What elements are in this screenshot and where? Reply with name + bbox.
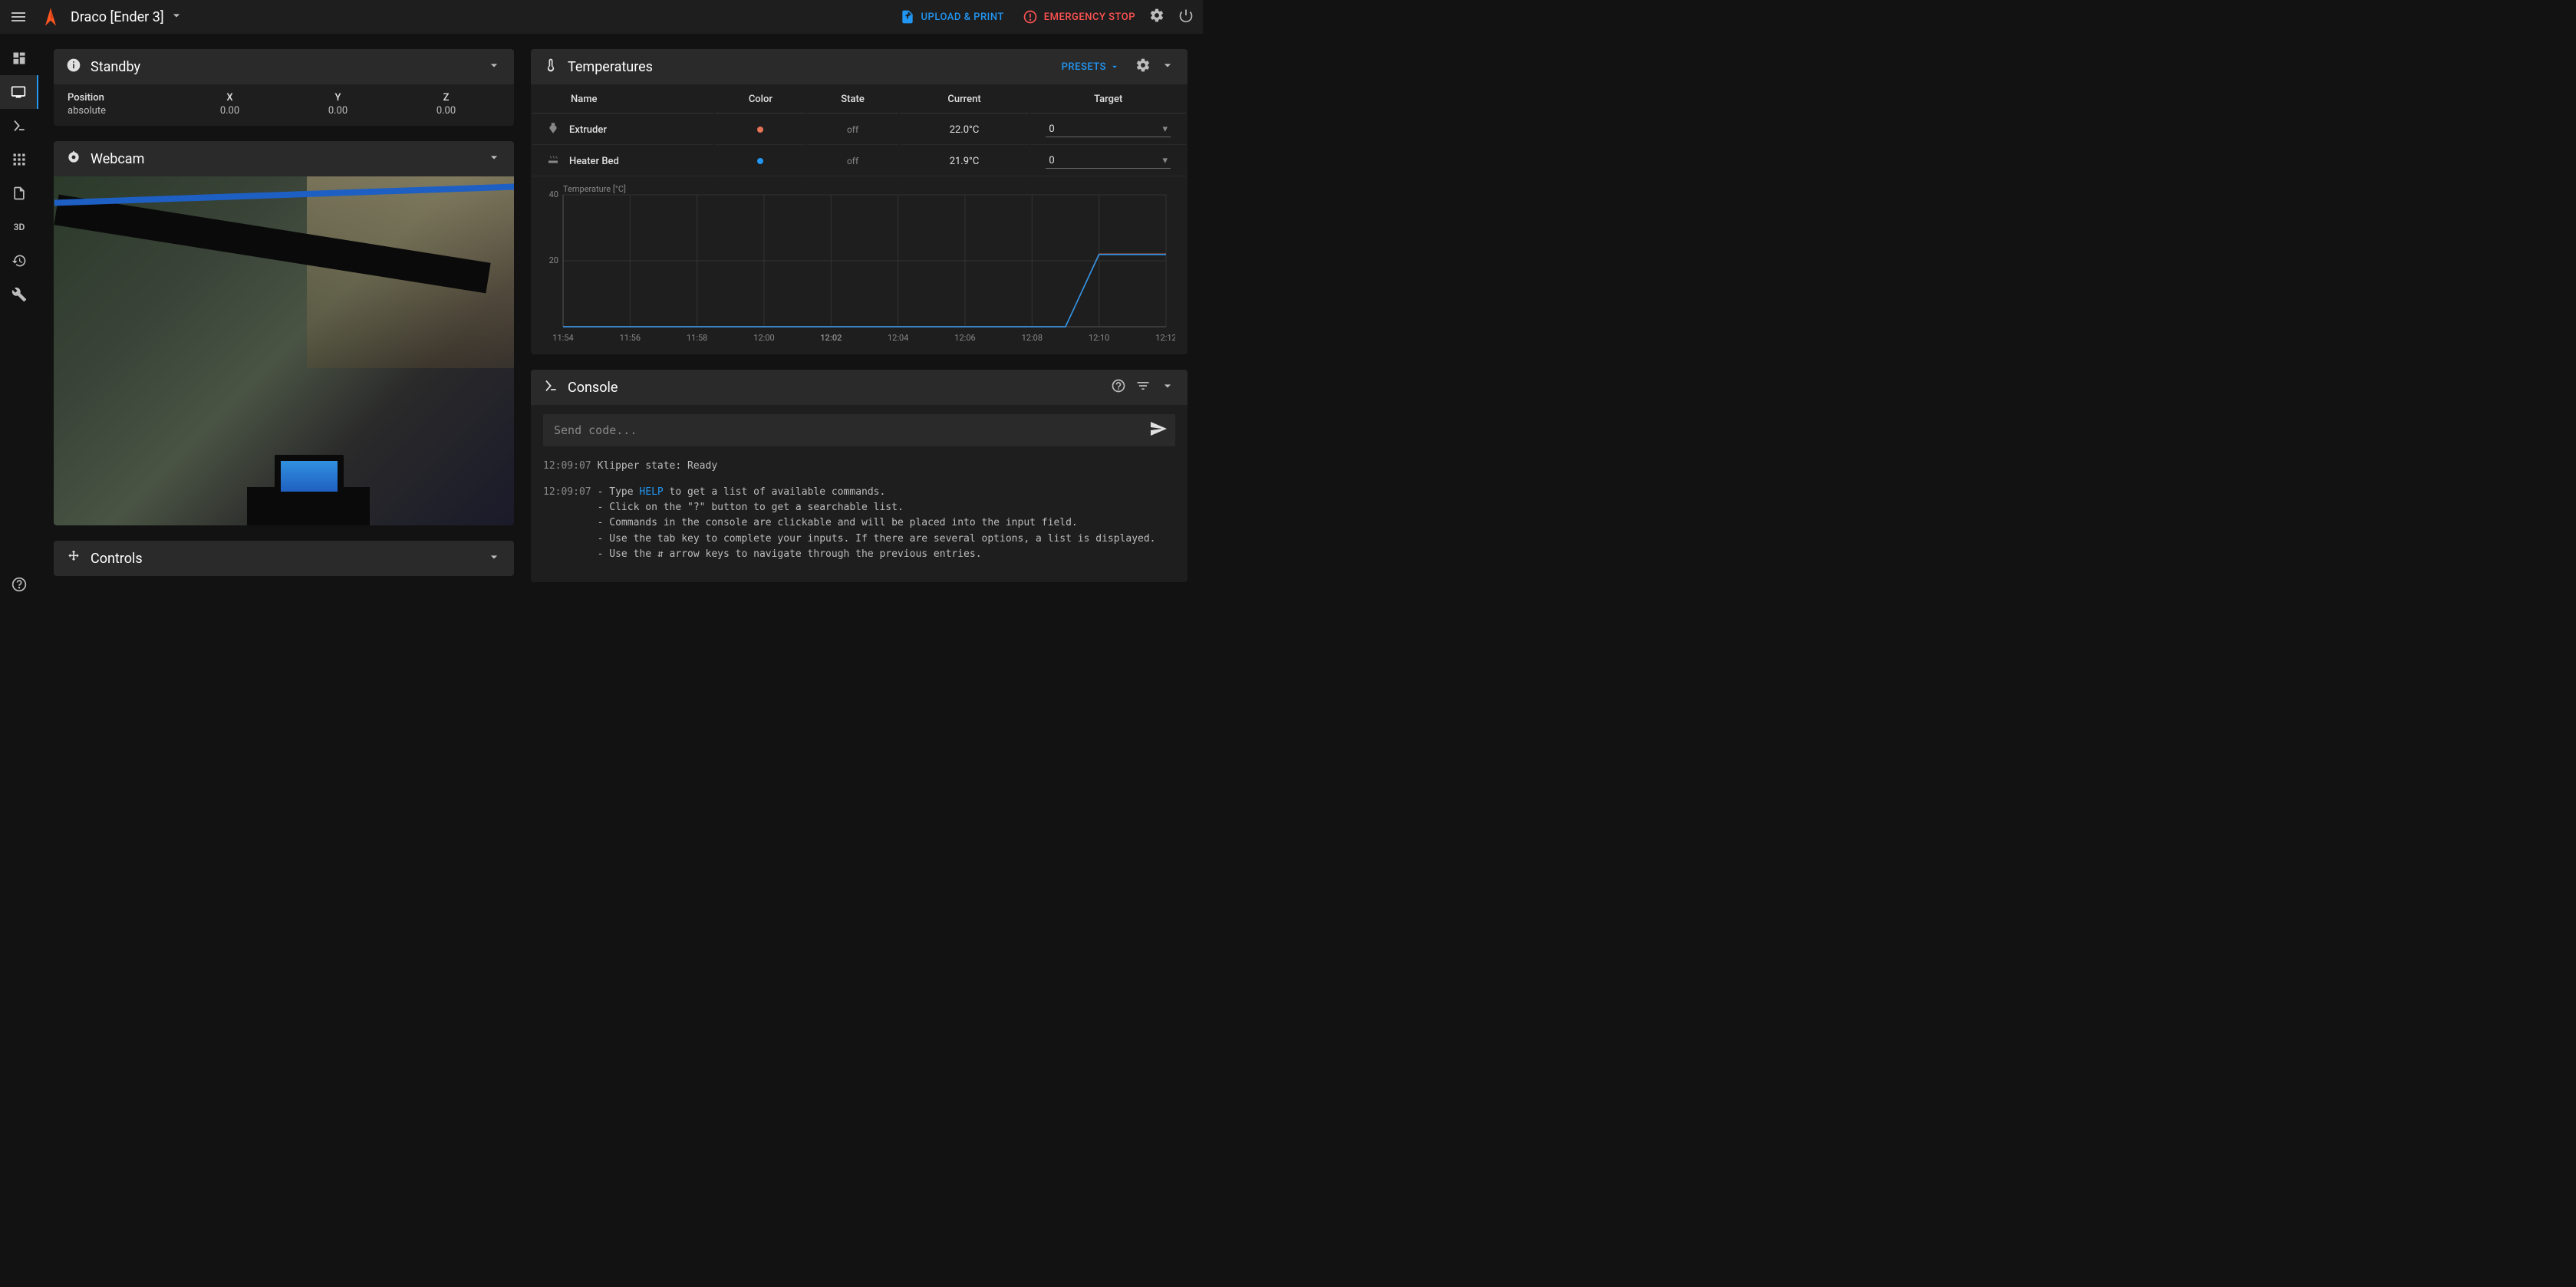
emergency-stop-label: EMERGENCY STOP bbox=[1044, 12, 1135, 23]
console-title: Console bbox=[568, 380, 618, 396]
menu-button[interactable] bbox=[9, 8, 28, 26]
help-button[interactable] bbox=[0, 577, 38, 592]
heater-current: 22.0°C bbox=[950, 124, 980, 136]
th-color: Color bbox=[715, 86, 805, 114]
upload-print-label: UPLOAD & PRINT bbox=[921, 12, 1004, 23]
z-value: 0.00 bbox=[392, 105, 500, 117]
svg-text:Temperature [°C]: Temperature [°C] bbox=[563, 184, 626, 194]
nav-tune[interactable] bbox=[0, 278, 38, 311]
heater-state: off bbox=[847, 124, 858, 135]
y-label: Y bbox=[284, 92, 392, 104]
target-select[interactable]: 0▾ bbox=[1046, 122, 1171, 137]
th-target: Target bbox=[1030, 86, 1186, 114]
upload-print-button[interactable]: UPLOAD & PRINT bbox=[900, 9, 1004, 25]
temperature-chart: Temperature [°C] 20 40 11:54 11:56 11:58 12:00… bbox=[537, 184, 1175, 345]
console-log: 12:09:07Klipper state: Ready12:09:07- Ty… bbox=[543, 459, 1175, 562]
console-input[interactable] bbox=[551, 417, 1149, 443]
temperatures-title: Temperatures bbox=[568, 59, 653, 75]
table-row: Heater Bed off 21.9°C 0▾ bbox=[532, 146, 1186, 176]
svg-text:12:06: 12:06 bbox=[954, 333, 975, 343]
console-help-icon[interactable] bbox=[1111, 378, 1126, 397]
svg-text:12:04: 12:04 bbox=[888, 333, 908, 343]
temperatures-panel: Temperatures PRESETS Name Color Stat bbox=[531, 49, 1188, 354]
position-label: Position bbox=[68, 92, 176, 104]
thermometer-icon bbox=[543, 58, 558, 76]
standby-panel: Standby Position absolute X 0.00 Y bbox=[54, 49, 514, 126]
target-select[interactable]: 0▾ bbox=[1046, 153, 1171, 169]
chevron-down-icon[interactable] bbox=[486, 549, 502, 568]
x-label: X bbox=[176, 92, 284, 104]
position-value: absolute bbox=[68, 105, 176, 117]
console-panel: Console 12:09:07Klipper state: Ready12:0… bbox=[531, 370, 1188, 582]
controls-icon bbox=[66, 549, 81, 568]
svg-text:11:56: 11:56 bbox=[620, 333, 641, 343]
settings-button[interactable] bbox=[1149, 8, 1164, 26]
svg-text:12:12: 12:12 bbox=[1155, 333, 1175, 343]
nav-3d[interactable]: 3D bbox=[0, 210, 38, 244]
app-logo-icon bbox=[40, 6, 61, 28]
filter-icon[interactable] bbox=[1135, 378, 1151, 397]
heater-name: Heater Bed bbox=[569, 156, 619, 167]
nav-dashboard[interactable] bbox=[0, 41, 38, 75]
chevron-down-icon[interactable] bbox=[486, 58, 502, 76]
th-state: State bbox=[807, 86, 898, 114]
th-current: Current bbox=[900, 86, 1029, 114]
console-icon bbox=[543, 378, 558, 397]
svg-text:12:10: 12:10 bbox=[1089, 333, 1109, 343]
topbar: Draco [Ender 3] UPLOAD & PRINT EMERGENCY… bbox=[0, 0, 1203, 34]
heater-state: off bbox=[847, 156, 858, 166]
y-value: 0.00 bbox=[284, 105, 392, 117]
color-dot bbox=[757, 158, 763, 164]
svg-text:11:58: 11:58 bbox=[687, 333, 707, 343]
nav-monitor[interactable] bbox=[0, 75, 38, 109]
webcam-feed[interactable] bbox=[54, 176, 514, 525]
heater-current: 21.9°C bbox=[950, 156, 980, 167]
nav-history[interactable] bbox=[0, 244, 38, 278]
sidebar: 3D bbox=[0, 34, 38, 601]
presets-button[interactable]: PRESETS bbox=[1062, 61, 1120, 73]
svg-text:20: 20 bbox=[549, 255, 558, 265]
controls-title: Controls bbox=[91, 551, 143, 567]
webcam-title: Webcam bbox=[91, 151, 144, 167]
controls-panel: Controls bbox=[54, 541, 514, 576]
chevron-down-icon[interactable] bbox=[1160, 378, 1175, 397]
svg-text:40: 40 bbox=[549, 189, 558, 199]
nav-console[interactable] bbox=[0, 109, 38, 143]
bed-icon bbox=[546, 153, 560, 170]
extruder-icon bbox=[546, 121, 560, 138]
nav-heightmap[interactable] bbox=[0, 143, 38, 176]
z-label: Z bbox=[392, 92, 500, 104]
th-name: Name bbox=[532, 86, 713, 114]
gear-icon[interactable] bbox=[1135, 58, 1151, 76]
svg-text:12:00: 12:00 bbox=[753, 333, 774, 343]
info-icon bbox=[66, 58, 81, 76]
webcam-panel: Webcam bbox=[54, 141, 514, 525]
send-icon[interactable] bbox=[1149, 420, 1168, 441]
camera-icon bbox=[66, 150, 81, 168]
nav-gcode-files[interactable] bbox=[0, 176, 38, 210]
x-value: 0.00 bbox=[176, 105, 284, 117]
printer-select-chevron-icon[interactable] bbox=[169, 8, 184, 26]
color-dot bbox=[757, 127, 763, 133]
chevron-down-icon[interactable] bbox=[1160, 58, 1175, 76]
printer-title[interactable]: Draco [Ender 3] bbox=[71, 9, 164, 25]
svg-text:11:54: 11:54 bbox=[552, 333, 573, 343]
table-row: Extruder off 22.0°C 0▾ bbox=[532, 115, 1186, 145]
svg-text:12:02: 12:02 bbox=[820, 333, 842, 343]
power-button[interactable] bbox=[1178, 8, 1194, 26]
svg-text:12:08: 12:08 bbox=[1022, 333, 1043, 343]
standby-title: Standby bbox=[91, 59, 140, 75]
chevron-down-icon[interactable] bbox=[486, 150, 502, 168]
emergency-stop-button[interactable]: EMERGENCY STOP bbox=[1023, 9, 1135, 25]
heater-name: Extruder bbox=[569, 124, 607, 136]
